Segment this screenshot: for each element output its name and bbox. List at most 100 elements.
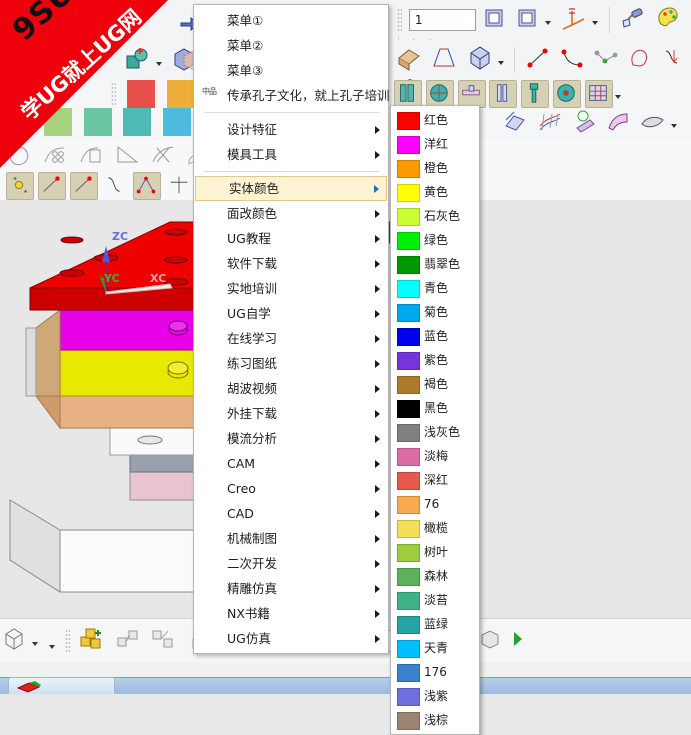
context-menu-item[interactable]: CAD [194, 501, 388, 526]
palette-swatch[interactable] [123, 108, 152, 136]
extrude-caret[interactable] [156, 61, 162, 66]
paint-roller-icon[interactable] [620, 5, 648, 34]
datum-line-2-icon[interactable] [69, 172, 98, 200]
arc-icon[interactable] [559, 45, 585, 74]
color-menu-item[interactable]: 洋红 [391, 132, 479, 156]
context-menu-item[interactable]: 在线学习 [194, 326, 388, 351]
context-menu-item[interactable]: UG自学 [194, 301, 388, 326]
datum-line-icon[interactable] [37, 172, 66, 200]
context-menu-item[interactable]: 精雕仿真 [194, 576, 388, 601]
offset-curve-icon[interactable] [661, 45, 687, 74]
color-menu-item[interactable]: 76 [391, 492, 479, 516]
layer-dropdown-caret[interactable] [545, 20, 552, 25]
assembly-constraint-icon[interactable] [114, 625, 142, 656]
context-menu-item[interactable]: NX书籍 [194, 601, 388, 626]
color-menu-item[interactable]: 菊色 [391, 300, 479, 324]
color-menu-item[interactable]: 浅棕 [391, 708, 479, 732]
context-menu-item[interactable]: 实体颜色 [195, 176, 387, 201]
wcs-dropdown-caret[interactable] [592, 20, 599, 25]
color-menu-item[interactable]: 天青 [391, 636, 479, 660]
color-menu-item[interactable]: 淡梅 [391, 444, 479, 468]
color-menu-item[interactable]: 深红 [391, 468, 479, 492]
context-menu-item[interactable]: 软件下载 [194, 251, 388, 276]
palette-swatch[interactable] [4, 108, 32, 136]
solid-color-submenu[interactable]: 红色 洋红 橙色 黄色 石灰色 绿色 翡翠色 青色 菊色 蓝色 紫色 褐色 黑色 浅灰色 淡梅 深红 76 橄榄树… [390, 105, 480, 735]
shell-caret[interactable] [497, 60, 504, 65]
color-menu-item[interactable]: 蓝绿 [391, 612, 479, 636]
trim-body-icon[interactable] [396, 44, 422, 75]
color-menu-item[interactable]: 黑色 [391, 396, 479, 420]
context-menu-item[interactable]: 二次开发 [194, 551, 388, 576]
color-menu-item[interactable]: 红色 [391, 108, 479, 132]
palette-swatch[interactable] [126, 80, 155, 108]
mesh-surface-icon[interactable] [536, 108, 564, 137]
palette-swatch[interactable] [83, 108, 112, 136]
play-next-icon[interactable] [511, 626, 529, 655]
color-menu-item[interactable]: 绿色 [391, 228, 479, 252]
color-menu-item[interactable]: 森林 [391, 564, 479, 588]
spline-curve-icon[interactable] [103, 173, 127, 200]
mold-caret[interactable] [614, 95, 621, 99]
surface-patch-icon[interactable] [502, 108, 528, 137]
color-menu-item[interactable]: 翡翠色 [391, 252, 479, 276]
studio-surface-icon[interactable] [572, 108, 598, 137]
layer-settings-icon[interactable] [482, 5, 508, 34]
color-menu-item[interactable]: 橙色 [391, 156, 479, 180]
context-menu-item[interactable]: Creo [194, 476, 388, 501]
mold-core-icon[interactable] [425, 80, 454, 108]
context-menu-item[interactable]: 中品 传承孔子文化，就上孔子培训 [194, 83, 390, 108]
taper-icon[interactable] [430, 44, 458, 75]
line-icon[interactable] [525, 45, 551, 74]
context-menu-item[interactable]: 模具工具 [194, 142, 388, 167]
mold-bolt-icon[interactable] [521, 80, 550, 108]
spline-icon[interactable] [593, 45, 619, 74]
color-menu-item[interactable]: 176 [391, 660, 479, 684]
wcs-icon[interactable] [560, 5, 588, 34]
palette-swatch[interactable] [166, 80, 195, 108]
mold-insert-icon[interactable] [457, 80, 486, 108]
palette-icon[interactable] [656, 5, 684, 34]
mirror-feature-icon[interactable] [78, 142, 106, 171]
color-menu-item[interactable]: 浅紫 [391, 684, 479, 708]
assembly-caret[interactable] [32, 641, 38, 646]
palette-swatch[interactable] [163, 108, 192, 136]
color-menu-item[interactable]: 青色 [391, 276, 479, 300]
color-menu-item[interactable]: 橄榄 [391, 516, 479, 540]
context-menu-item[interactable]: UG教程 [194, 226, 388, 251]
context-menu-item[interactable]: CAM [194, 451, 388, 476]
layer-visible-icon[interactable] [515, 5, 541, 34]
datum-csys-icon[interactable] [6, 172, 34, 200]
color-menu-item[interactable]: 浅灰色 [391, 420, 479, 444]
color-menu-item[interactable]: 褐色 [391, 372, 479, 396]
polyline-icon[interactable] [133, 172, 162, 200]
context-menu-item[interactable]: 外挂下载 [194, 401, 388, 426]
mold-ejector-icon[interactable] [553, 80, 582, 108]
sketch-curve-icon[interactable] [627, 45, 653, 74]
color-menu-item[interactable]: 蓝色 [391, 324, 479, 348]
windows-taskbar[interactable] [0, 677, 691, 694]
context-menu-item[interactable]: 菜单① [194, 8, 388, 33]
toolbar-grip[interactable] [397, 7, 402, 32]
region-icon[interactable] [6, 142, 34, 171]
color-menu-item[interactable]: 淡苔 [391, 588, 479, 612]
color-menu-item[interactable]: 黄色 [391, 180, 479, 204]
context-menu-item[interactable]: 模流分析 [194, 426, 388, 451]
divide-face-icon[interactable] [149, 142, 177, 171]
mold-base-icon[interactable] [584, 80, 613, 108]
context-menu[interactable]: 菜单① 菜单② 菜单③ 中品 传承孔子文化，就上孔子培训 设计特征 模具工具 实体颜色 面改颜色… [193, 4, 390, 654]
through-curves-icon[interactable] [605, 108, 631, 137]
context-menu-item[interactable]: UG仿真 [194, 626, 388, 651]
context-menu-item[interactable]: 面改颜色 [194, 201, 388, 226]
color-menu-item[interactable]: 树叶 [391, 540, 479, 564]
palette-swatch[interactable] [43, 108, 72, 136]
color-menu-item[interactable]: 石灰色 [391, 204, 479, 228]
point-cross-icon[interactable] [167, 173, 191, 200]
pattern-icon[interactable] [42, 142, 70, 171]
trim-icon[interactable] [113, 142, 141, 171]
context-menu-item[interactable]: 菜单③ [194, 58, 388, 83]
context-menu-item[interactable]: 胡波视频 [194, 376, 388, 401]
surface-caret[interactable] [671, 123, 678, 128]
bottom-grip[interactable] [64, 628, 70, 653]
mold-pin-icon[interactable] [489, 80, 518, 108]
context-menu-item[interactable]: 练习图纸 [194, 351, 388, 376]
